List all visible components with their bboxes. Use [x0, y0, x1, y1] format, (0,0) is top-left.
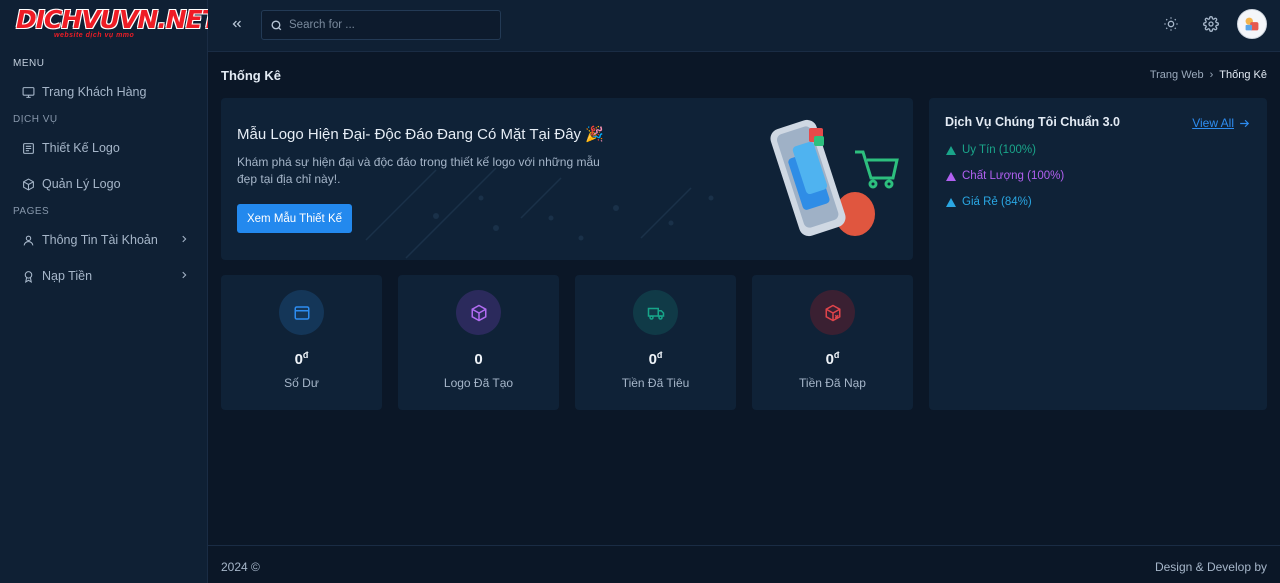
avatar-image-icon — [1245, 17, 1259, 31]
box-icon — [22, 177, 35, 191]
stat-value: 0đ — [825, 350, 840, 368]
wallet-icon — [279, 290, 324, 335]
cube-icon — [456, 290, 501, 335]
view-all-label: View All — [1192, 116, 1234, 130]
stat-card-spent: 0đ Tiền Đã Tiêu — [575, 275, 736, 410]
service-item-label: Chất Lượng (100%) — [962, 170, 1065, 182]
hero-description: Khám phá sự hiện đại và độc đáo trong th… — [237, 155, 600, 186]
sidebar-item-label: Trang Khách Hàng — [42, 85, 147, 99]
service-item-chat-luong: Chất Lượng (100%) — [946, 170, 1064, 182]
sidebar-item-thiet-ke-logo[interactable]: Thiết Kế Logo — [0, 130, 207, 166]
breadcrumb-home-link[interactable]: Trang Web — [1150, 69, 1204, 81]
breadcrumb-current: Thống Kê — [1219, 69, 1267, 81]
stat-value: 0 — [474, 351, 483, 368]
triangle-up-icon — [946, 197, 956, 207]
service-item-gia-re: Giá Rẻ (84%) — [946, 196, 1032, 208]
services-card: Dịch Vụ Chúng Tôi Chuẩn 3.0 View All Uy … — [929, 98, 1267, 410]
phone-cart-illustration — [770, 119, 899, 237]
stat-value: 0đ — [648, 350, 663, 368]
sidebar-item-trang-khach-hang[interactable]: Trang Khách Hàng — [0, 74, 207, 110]
view-all-link[interactable]: View All — [1192, 116, 1251, 130]
stat-label: Tiền Đã Tiêu — [621, 376, 690, 390]
view-designs-button[interactable]: Xem Mẫu Thiết Kế — [237, 204, 352, 233]
breadcrumb-separator: › — [1209, 69, 1214, 81]
chevron-right-icon — [182, 235, 187, 243]
sidebar-item-label: Thông Tin Tài Khoản — [42, 233, 158, 247]
collapse-sidebar-icon[interactable] — [230, 17, 244, 31]
pages-section-title: PAGES — [13, 206, 50, 217]
gear-icon[interactable] — [1203, 16, 1219, 32]
brand-name: DICHVUVN.NET — [16, 5, 219, 34]
sun-icon[interactable] — [1163, 16, 1179, 32]
triangle-up-icon — [946, 145, 956, 155]
sidebar-item-label: Quản Lý Logo — [42, 177, 121, 191]
newspaper-icon — [22, 142, 35, 155]
search-box[interactable] — [261, 10, 501, 40]
sidebar-item-quan-ly-logo[interactable]: Quản Lý Logo — [0, 166, 207, 202]
service-item-uy-tin: Uy Tín (100%) — [946, 144, 1036, 156]
stat-label: Logo Đã Tạo — [443, 376, 514, 390]
stat-card-balance: 0đ Số Dư — [221, 275, 382, 410]
stat-card-logos-created: 0 Logo Đã Tạo — [398, 275, 559, 410]
stat-label: Tiền Đã Nạp — [799, 376, 866, 390]
services-title: Dịch Vụ Chúng Tôi Chuẩn 3.0 — [945, 115, 1120, 129]
search-input[interactable] — [289, 19, 489, 31]
footer: 2024 © Design & Develop by — [208, 545, 1280, 583]
brand-logo[interactable]: DICHVUVN.NET website dịch vụ mmo — [0, 0, 219, 50]
sidebar-item-label: Thiết Kế Logo — [42, 141, 120, 155]
breadcrumb: Trang Web › Thống Kê — [1150, 69, 1267, 81]
hero-card: Mẫu Logo Hiện Đại- Độc Đáo Đang Có Mặt T… — [221, 98, 913, 260]
stat-label: Số Dư — [284, 376, 319, 390]
arrow-right-icon — [1240, 119, 1250, 127]
box-cross-icon — [810, 290, 855, 335]
stat-value: 0đ — [294, 350, 309, 368]
hero-title: Mẫu Logo Hiện Đại- Độc Đáo Đang Có Mặt T… — [237, 126, 604, 143]
dichvu-section-title: DỊCH VỤ — [13, 114, 58, 125]
sidebar-item-label: Nạp Tiền — [42, 269, 93, 283]
stat-card-deposited: 0đ Tiền Đã Nạp — [752, 275, 913, 410]
service-item-label: Uy Tín (100%) — [962, 144, 1036, 156]
topbar — [208, 0, 1280, 52]
sidebar-item-nap-tien[interactable]: Nạp Tiền — [0, 258, 207, 294]
sidebar: DICHVUVN.NET website dịch vụ mmo MENU Tr… — [0, 0, 219, 583]
service-item-label: Giá Rẻ (84%) — [962, 196, 1032, 208]
triangle-up-icon — [946, 171, 956, 181]
search-icon — [271, 19, 282, 30]
menu-section-title: MENU — [13, 58, 45, 69]
page-title: Thống Kê — [221, 68, 281, 83]
footer-credit: Design & Develop by — [1154, 560, 1267, 574]
truck-icon — [633, 290, 678, 335]
footer-copyright: 2024 © — [221, 560, 260, 574]
chevron-right-icon — [182, 271, 187, 279]
avatar[interactable] — [1237, 9, 1267, 39]
user-icon — [22, 234, 35, 247]
sidebar-item-thong-tin-tai-khoan[interactable]: Thông Tin Tài Khoản — [0, 222, 207, 258]
award-icon — [22, 270, 35, 283]
monitor-icon — [22, 86, 35, 99]
